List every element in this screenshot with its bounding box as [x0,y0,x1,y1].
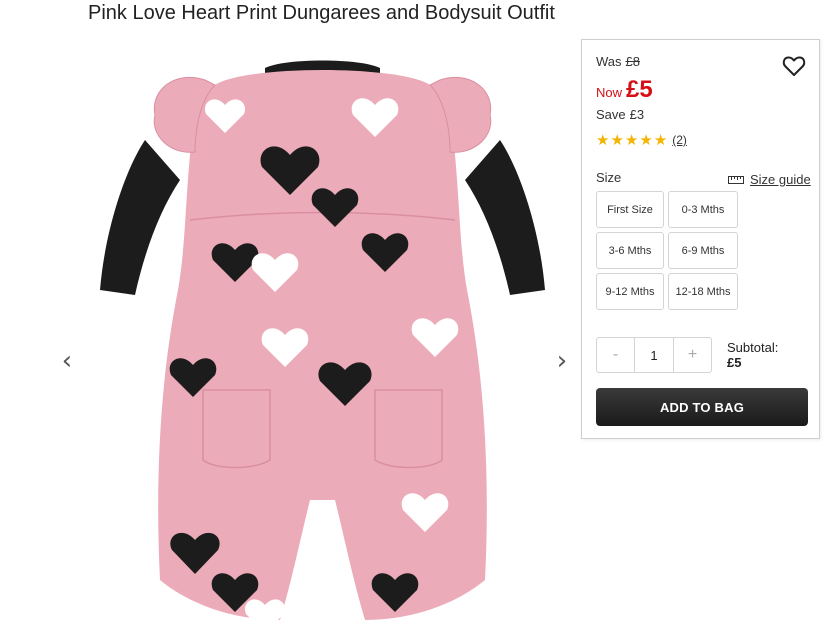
now-price: £5 [626,76,653,103]
heart-outline-icon[interactable] [782,55,806,77]
size-options: First Size 0-3 Mths 3-6 Mths 6-9 Mths 9-… [596,191,738,310]
review-count-link[interactable]: (2) [672,133,687,147]
save-row: Save £3 [596,107,644,122]
quantity-input[interactable] [634,338,674,372]
size-guide-link[interactable]: Size guide [728,172,811,187]
size-option[interactable]: 0-3 Mths [668,191,738,228]
star-icon: ★ [653,131,668,149]
quantity-stepper: - + [596,337,712,373]
chevron-left-icon[interactable]: ‹ [57,346,77,376]
subtotal-value: £5 [727,355,742,370]
chevron-right-icon[interactable]: › [552,346,572,376]
size-option[interactable]: 6-9 Mths [668,232,738,269]
was-price-row: Was £8 [596,54,640,69]
size-guide-label: Size guide [750,172,811,187]
now-label: Now [596,85,623,100]
decrease-quantity-button[interactable]: - [597,338,634,372]
ruler-icon [728,175,744,184]
product-title: Pink Love Heart Print Dungarees and Body… [88,2,555,24]
was-label: Was [596,54,622,69]
rating: ★ ★ ★ ★ ★ (2) [596,132,687,148]
add-to-bag-button[interactable]: ADD TO BAG [596,388,808,426]
size-option[interactable]: First Size [596,191,664,228]
size-option[interactable]: 3-6 Mths [596,232,664,269]
subtotal: Subtotal: £5 [727,340,778,370]
save-amount: £3 [629,107,645,122]
product-image [100,60,545,627]
star-icon: ★ [596,131,610,149]
size-label: Size [596,170,622,185]
star-icon: ★ [610,131,624,149]
star-icon: ★ [624,131,639,149]
purchase-panel: Was £8 Now £5 Save £3 ★ ★ ★ ★ ★ (2) Size Size g… [581,39,820,439]
size-option[interactable]: 9-12 Mths [596,273,664,310]
save-label: Save [596,107,626,122]
subtotal-label: Subtotal: [727,340,779,355]
star-icon: ★ [639,131,653,149]
star-rating: ★ ★ ★ ★ ★ [596,132,668,148]
size-option[interactable]: 12-18 Mths [668,273,738,310]
was-price: £8 [625,54,640,69]
now-price-row: Now £5 [596,76,653,104]
increase-quantity-button[interactable]: + [674,338,711,372]
